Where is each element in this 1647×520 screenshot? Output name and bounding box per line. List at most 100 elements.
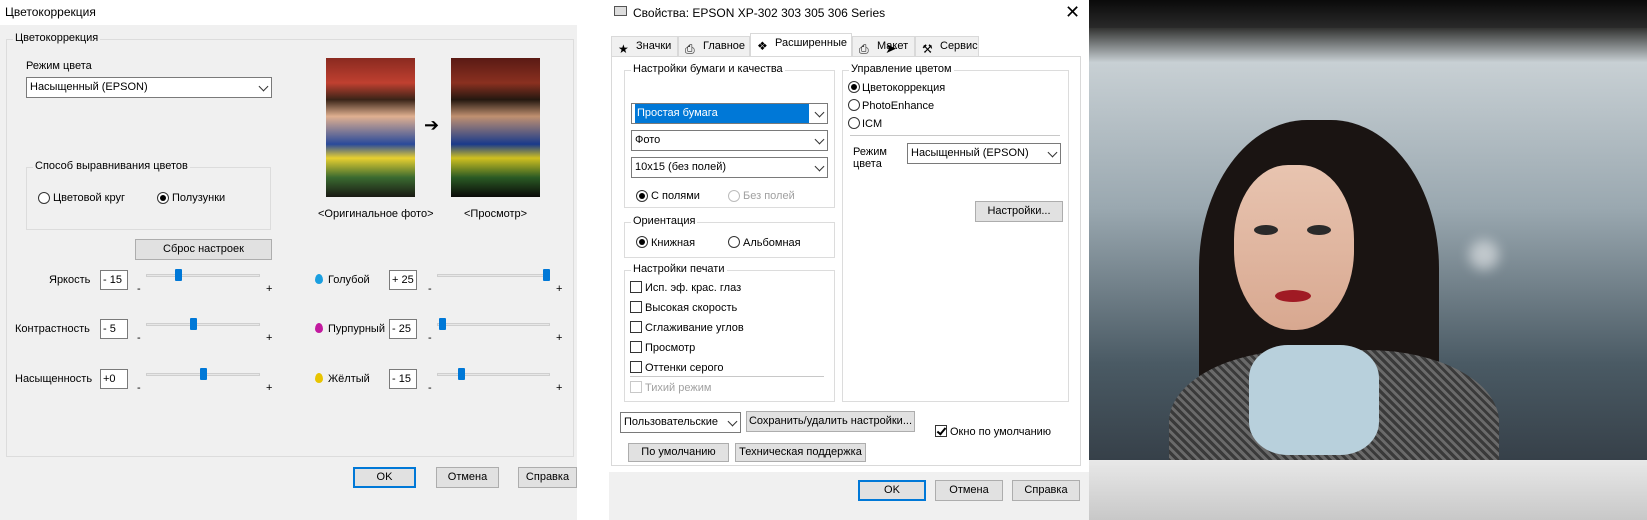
- borderless-radio[interactable]: [728, 190, 740, 202]
- slider-thumb[interactable]: [174, 269, 182, 281]
- color-correction-radio[interactable]: [848, 81, 860, 93]
- cancel-button[interactable]: Отмена: [436, 467, 499, 488]
- slider-thumb[interactable]: [458, 368, 466, 380]
- color-settings-button[interactable]: Настройки...: [975, 201, 1063, 222]
- color-mode-select[interactable]: Насыщенный (EPSON): [907, 143, 1061, 164]
- minus-sign: -: [428, 283, 432, 295]
- sliders-radio[interactable]: [157, 192, 169, 204]
- tab-label: Значки: [636, 40, 672, 52]
- slider-label: Жёлтый: [328, 373, 370, 385]
- close-icon[interactable]: ✕: [1065, 2, 1080, 22]
- tab-icons[interactable]: ★ Значки: [611, 36, 678, 56]
- slider-value[interactable]: +0: [100, 369, 128, 389]
- checkbox-label: Сглаживание углов: [645, 322, 744, 334]
- high-speed-checkbox[interactable]: [630, 301, 642, 313]
- defaults-button[interactable]: По умолчанию: [628, 443, 729, 462]
- orientation-group-title: Ориентация: [631, 215, 698, 227]
- slider-label: Яркость: [49, 274, 91, 286]
- printer-icon: [614, 6, 627, 16]
- slider-value[interactable]: - 15: [100, 270, 128, 290]
- woman-eye: [1254, 225, 1278, 235]
- minus-sign: -: [137, 382, 141, 394]
- slider-value[interactable]: - 5: [100, 319, 128, 339]
- support-button[interactable]: Техническая поддержка: [735, 443, 866, 462]
- dialog-title: Свойства: EPSON XP-302 303 305 306 Serie…: [633, 6, 886, 20]
- preset-select[interactable]: Пользовательские: [620, 412, 741, 433]
- with-margins-radio[interactable]: [636, 190, 648, 202]
- plus-sign: +: [556, 382, 563, 394]
- slider-value[interactable]: - 15: [389, 369, 417, 389]
- color-mode-value: Насыщенный (EPSON): [30, 81, 148, 93]
- tab-main[interactable]: ⎙ Главное: [678, 36, 750, 56]
- icm-radio[interactable]: [848, 117, 860, 129]
- chevron-down-icon: [814, 134, 825, 145]
- grayscale-checkbox[interactable]: [630, 361, 642, 373]
- quality-select[interactable]: Фото: [631, 130, 828, 151]
- ok-button[interactable]: OK: [353, 467, 416, 488]
- slider-label: Голубой: [328, 274, 370, 286]
- color-mode-label: Режим цвета: [26, 60, 92, 72]
- slider-value[interactable]: + 25: [389, 270, 417, 290]
- cyan-drop-icon: [315, 274, 323, 284]
- with-margins-label: С полями: [651, 190, 700, 202]
- slider-thumb[interactable]: [543, 269, 550, 281]
- paper-group-title: Настройки бумаги и качества: [631, 63, 785, 75]
- paper-type-select[interactable]: Простая бумага: [631, 103, 828, 124]
- ok-button[interactable]: OK: [858, 480, 926, 501]
- woman-lips: [1275, 290, 1311, 302]
- portrait-radio[interactable]: [636, 236, 648, 248]
- tab-service[interactable]: ⚒ Сервис: [915, 36, 979, 56]
- borderless-label: Без полей: [743, 190, 795, 202]
- default-window-checkbox[interactable]: [935, 425, 947, 437]
- landscape-radio[interactable]: [728, 236, 740, 248]
- edge-smoothing-checkbox[interactable]: [630, 321, 642, 333]
- woman-scarf: [1249, 345, 1379, 455]
- slider-label: Контрастность: [15, 323, 90, 335]
- mode-label: Режим цвета: [853, 146, 887, 170]
- reset-button[interactable]: Сброс настроек: [135, 239, 272, 260]
- slider-thumb[interactable]: [439, 318, 447, 330]
- print-group-title: Настройки печати: [631, 263, 727, 275]
- tab-label: Расширенные: [775, 37, 847, 49]
- yellow-drop-icon: [315, 373, 323, 383]
- slider-thumb[interactable]: [189, 318, 197, 330]
- color-mode-select[interactable]: Насыщенный (EPSON): [26, 77, 272, 98]
- plus-sign: +: [266, 332, 273, 344]
- color-wheel-label: Цветовой круг: [53, 192, 125, 204]
- slider-track[interactable]: [146, 274, 260, 277]
- minus-sign: -: [428, 382, 432, 394]
- slider-track[interactable]: [437, 274, 550, 277]
- photoenhance-radio[interactable]: [848, 99, 860, 111]
- paper-size-select[interactable]: 10x15 (без полей): [631, 157, 828, 178]
- color-correction-dialog: Цветокоррекция Цветокоррекция Режим цвет…: [0, 0, 577, 520]
- save-delete-settings-button[interactable]: Сохранить/удалить настройки...: [746, 411, 915, 432]
- printer-properties-dialog: Свойства: EPSON XP-302 303 305 306 Serie…: [609, 0, 1089, 520]
- slider-track[interactable]: [437, 373, 550, 376]
- woman-eye: [1307, 225, 1331, 235]
- window-title: Цветокоррекция: [5, 5, 96, 19]
- red-eye-checkbox[interactable]: [630, 281, 642, 293]
- plus-sign: +: [266, 283, 273, 295]
- slider-track[interactable]: [146, 323, 260, 326]
- quiet-mode-checkbox[interactable]: [630, 381, 642, 393]
- divider: [630, 376, 824, 377]
- radio-label: Цветокоррекция: [862, 82, 946, 94]
- slider-thumb[interactable]: [199, 368, 207, 380]
- slider-label: Насыщенность: [15, 373, 93, 385]
- paper-size-value: 10x15 (без полей): [635, 161, 727, 173]
- cancel-button[interactable]: Отмена: [935, 480, 1003, 501]
- tab-advanced[interactable]: ❖ Расширенные: [750, 33, 852, 58]
- slider-track[interactable]: [437, 323, 550, 326]
- chevron-down-icon: [727, 416, 738, 427]
- color-wheel-radio[interactable]: [38, 192, 50, 204]
- tab-layout[interactable]: ⎙ Макет: [852, 36, 915, 56]
- chevron-down-icon: [814, 107, 825, 118]
- minus-sign: -: [137, 283, 141, 295]
- help-button[interactable]: Справка: [518, 467, 577, 488]
- slider-value[interactable]: - 25: [389, 319, 417, 339]
- default-window-label: Окно по умолчанию: [950, 426, 1052, 438]
- photo-border-bottom: [1089, 460, 1647, 520]
- help-button[interactable]: Справка: [1012, 480, 1080, 501]
- preview-checkbox[interactable]: [630, 341, 642, 353]
- advanced-icon: ❖: [757, 39, 768, 53]
